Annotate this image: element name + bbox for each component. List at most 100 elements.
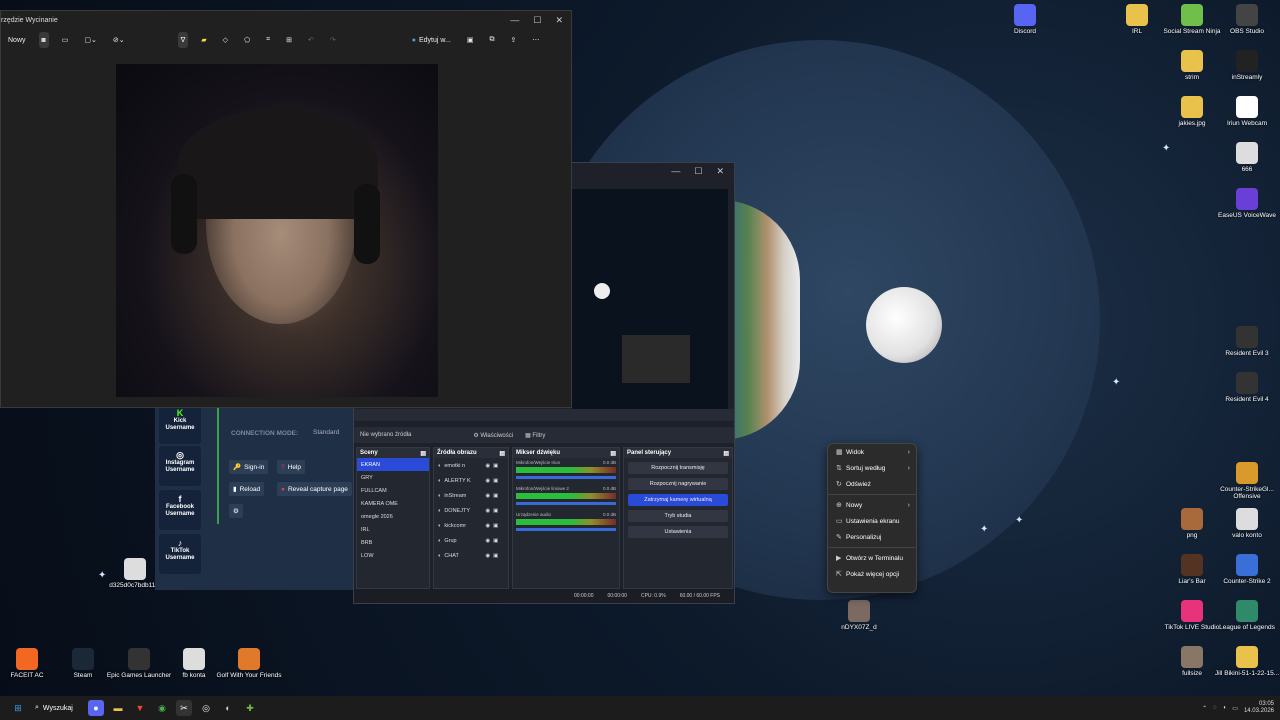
close-icon[interactable]: ✕ <box>716 166 724 177</box>
redo-icon[interactable]: ↷ <box>327 32 339 48</box>
new-snip-button[interactable]: Nowy <box>5 32 29 48</box>
eye-icon[interactable]: ◉ <box>485 478 490 484</box>
control-button[interactable]: Tryb studia <box>628 510 728 522</box>
desktop-icon[interactable]: League of Legends <box>1212 600 1280 631</box>
control-button[interactable]: Ustawienia <box>628 526 728 538</box>
desktop-icon[interactable]: OBS Studio <box>1212 4 1280 35</box>
scene-item[interactable]: EKRAN <box>357 458 429 471</box>
lock-icon[interactable]: ▣ <box>493 538 498 544</box>
settings-button[interactable]: ⚙ <box>229 504 243 518</box>
scene-item[interactable]: GRY <box>357 471 429 484</box>
lock-icon[interactable]: ▣ <box>493 478 498 484</box>
lock-icon[interactable]: ▣ <box>493 553 498 559</box>
source-item[interactable]: ◐ CHAT ◉ ▣ <box>434 548 508 563</box>
scene-item[interactable]: BRB <box>357 536 429 549</box>
snip-mode-icon[interactable]: ▢⌄ <box>81 32 99 48</box>
volume-icon[interactable]: ◖ <box>1223 705 1227 711</box>
scene-item[interactable]: FULLCAM <box>357 484 429 497</box>
source-item[interactable]: ◐ inStream ◉ ▣ <box>434 488 508 503</box>
desktop-icon[interactable]: inStreamly <box>1212 50 1280 81</box>
desktop-icon[interactable]: 666 <box>1212 142 1280 173</box>
control-button[interactable]: Rozpocznij transmisję <box>628 462 728 474</box>
scene-item[interactable]: IRL <box>357 523 429 536</box>
dock-menu-icon[interactable]: ▤ <box>723 450 729 457</box>
desktop-icon[interactable]: Resident Evil 3 <box>1212 326 1280 357</box>
context-menu-item[interactable]: ▶ Otwórz w Terminalu <box>828 550 916 566</box>
scene-item[interactable]: omegle 2026 <box>357 510 429 523</box>
share-icon[interactable]: ⇪ <box>508 32 520 48</box>
lock-icon[interactable]: ▣ <box>493 493 498 499</box>
control-button[interactable]: Rozpocznij nagrywanie <box>628 478 728 490</box>
reload-button[interactable]: ▮ Reload <box>229 482 265 496</box>
explorer-icon[interactable]: ▬ <box>110 700 126 716</box>
desktop-icon[interactable]: Resident Evil 4 <box>1212 372 1280 403</box>
delay-icon[interactable]: ⊘⌄ <box>110 32 128 48</box>
eye-icon[interactable]: ◉ <box>485 493 490 499</box>
desktop-icon[interactable]: Counter-StrikeGl... Offensive <box>1212 462 1280 501</box>
camera-icon[interactable]: ◙ <box>38 32 49 48</box>
filters-button[interactable]: ▦ Filtry <box>525 432 545 439</box>
desktop-icon[interactable]: Discord <box>990 4 1060 35</box>
chrome-icon[interactable]: ◉ <box>154 700 170 716</box>
more-icon[interactable]: ⋯ <box>529 32 542 48</box>
chevron-up-icon[interactable]: ⌃ <box>1202 705 1207 712</box>
obs-preview-canvas[interactable] <box>572 189 728 411</box>
eye-icon[interactable]: ◉ <box>485 553 490 559</box>
eye-icon[interactable]: ◉ <box>485 538 490 544</box>
undo-icon[interactable]: ↶ <box>305 32 317 48</box>
context-menu-item[interactable]: ✎ Personalizuj <box>828 529 916 545</box>
desktop-icon[interactable]: Golf With Your Friends <box>214 648 284 679</box>
start-icon[interactable]: ⊞ <box>10 700 26 716</box>
volume-slider[interactable] <box>516 502 616 505</box>
context-menu-item[interactable]: ⇱ Pokaż więcej opcji <box>828 566 916 582</box>
copy-icon[interactable]: ⧉ <box>487 32 498 48</box>
context-menu-item[interactable]: ⊕ Nowy › <box>828 497 916 513</box>
scene-item[interactable]: LOW <box>357 549 429 562</box>
desktop-icon[interactable]: nDYX07Z_d <box>824 600 894 631</box>
lock-icon[interactable]: ▣ <box>493 523 498 529</box>
context-menu-item[interactable]: ↻ Odśwież <box>828 476 916 492</box>
dock-menu-icon[interactable]: ▤ <box>420 450 426 457</box>
edit-in-paint-button[interactable]: ● Edytuj w... <box>409 32 454 48</box>
eye-icon[interactable]: ◉ <box>485 508 490 514</box>
ninja-taskbar-icon[interactable]: ✚ <box>242 700 258 716</box>
reveal-capture-button[interactable]: ● Reveal capture page <box>277 482 352 496</box>
close-icon[interactable]: ✕ <box>555 15 563 26</box>
eraser-icon[interactable]: ◇ <box>220 32 231 48</box>
kick-platform[interactable]: K Kick Username <box>159 404 201 444</box>
desktop-icon[interactable]: Counter-Strike 2 <box>1212 554 1280 585</box>
snip-image[interactable] <box>116 64 438 397</box>
desktop-icon[interactable]: Iriun Webcam <box>1212 96 1280 127</box>
dock-menu-icon[interactable]: ▤ <box>610 450 616 457</box>
tiktok-platform[interactable]: ♪ TikTok Username <box>159 534 201 574</box>
help-button[interactable]: ? Help <box>277 460 305 474</box>
volume-slider[interactable] <box>516 476 616 479</box>
context-menu-item[interactable]: ▭ Ustawienia ekranu <box>828 513 916 529</box>
source-item[interactable]: ◐ Grup ◉ ▣ <box>434 533 508 548</box>
facebook-platform[interactable]: f Facebook Username <box>159 490 201 530</box>
source-item[interactable]: ◐ DONEJTY ◉ ▣ <box>434 503 508 518</box>
volume-slider[interactable] <box>516 528 616 531</box>
maximize-icon[interactable]: ☐ <box>694 166 702 177</box>
brave-icon[interactable]: ▼ <box>132 700 148 716</box>
sign-in-button[interactable]: 🔑 Sign-in <box>229 460 269 474</box>
clock[interactable]: 03:05 14.03.2026 <box>1244 701 1274 715</box>
scene-item[interactable]: KAMERA OME <box>357 497 429 510</box>
context-menu-item[interactable]: ▦ Widok › <box>828 444 916 460</box>
save-icon[interactable]: ▣ <box>464 32 477 48</box>
lock-icon[interactable]: ▣ <box>493 463 498 469</box>
desktop-icon[interactable]: Jill Bikini-51-1-22-15... <box>1212 646 1280 677</box>
instagram-platform[interactable]: ◎ Instagram Username <box>159 446 201 486</box>
lock-icon[interactable]: ▣ <box>493 508 498 514</box>
desktop-icon[interactable]: valo konto <box>1212 508 1280 539</box>
standard-option[interactable]: Standard <box>313 429 339 436</box>
desktop-icon[interactable]: EaseUS VoiceWave <box>1212 188 1280 219</box>
properties-button[interactable]: ⚙ Właściwości <box>473 432 513 439</box>
text-actions-icon[interactable]: ⊞ <box>283 32 295 48</box>
eye-icon[interactable]: ◉ <box>485 523 490 529</box>
discord-taskbar-icon[interactable]: ● <box>88 700 104 716</box>
source-item[interactable]: ◐ emotki n ◉ ▣ <box>434 458 508 473</box>
shapes-icon[interactable]: ⬠ <box>241 32 253 48</box>
control-button[interactable]: Zatrzymaj kamerę wirtualną <box>628 494 728 506</box>
eye-icon[interactable]: ◉ <box>485 463 490 469</box>
